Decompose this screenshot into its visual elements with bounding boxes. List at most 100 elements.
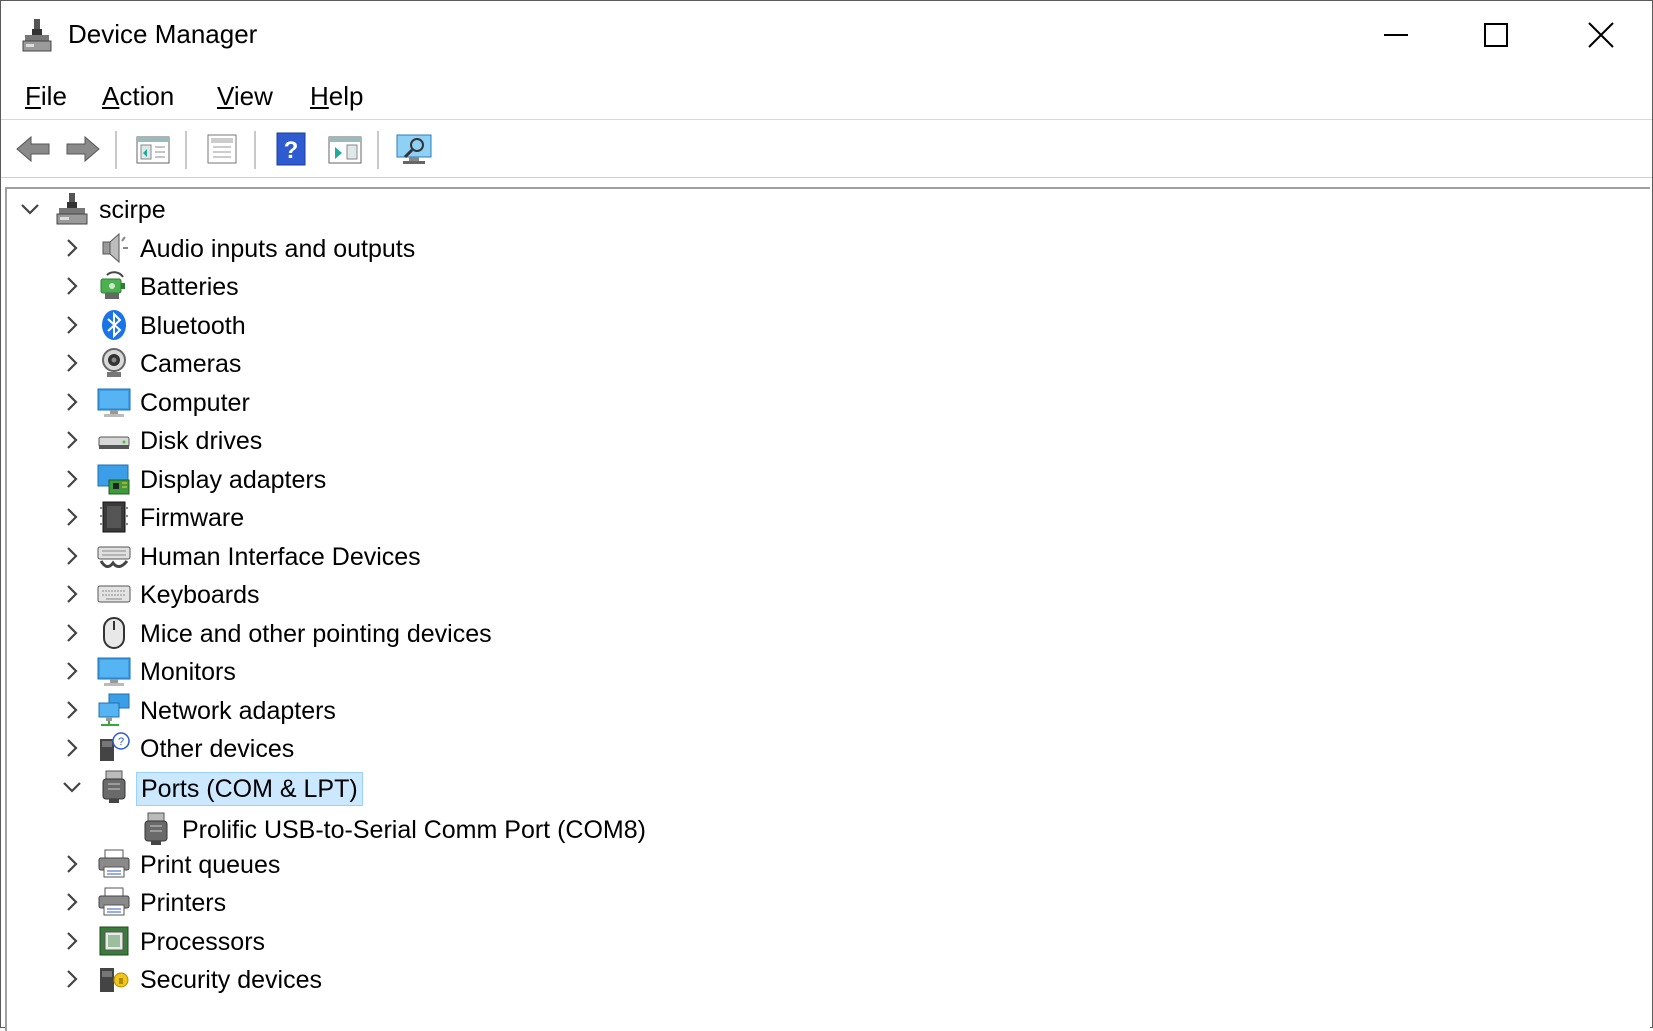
collapse-chevron-icon[interactable] (19, 198, 41, 220)
tree-item-ports-com-lpt[interactable]: Ports (COM & LPT) (7, 768, 1607, 806)
menu-help-text: elp (328, 81, 364, 111)
tree-item-label: Other devices (140, 735, 295, 763)
monitor-icon (97, 654, 131, 688)
tree-device-prolific-usb-to-serial-comm-port-com8[interactable]: Prolific USB-to-Serial Comm Port (COM8) (7, 810, 1607, 848)
expand-chevron-icon[interactable] (61, 468, 83, 490)
expand-chevron-icon[interactable] (61, 314, 83, 336)
expand-chevron-icon[interactable] (61, 737, 83, 759)
tree-item-keyboards[interactable]: Keyboards (7, 575, 1607, 613)
back-button[interactable] (13, 129, 53, 169)
expand-chevron-icon[interactable] (61, 429, 83, 451)
tree-item-security-devices[interactable]: Security devices (7, 960, 1607, 998)
svg-text:?: ? (284, 137, 299, 164)
tree-item-monitors[interactable]: Monitors (7, 652, 1607, 690)
tree-item-label: Mice and other pointing devices (140, 619, 492, 648)
forward-button[interactable] (63, 129, 103, 169)
menu-action-accel: A (102, 81, 120, 111)
title-bar[interactable]: Device Manager (1, 1, 1652, 71)
expand-chevron-icon[interactable] (61, 237, 83, 259)
toolbar-separator (377, 131, 380, 169)
menu-view-accel: V (217, 81, 234, 111)
tree-item-label: Printers (140, 889, 227, 917)
tree-item-human-interface-devices[interactable]: Human Interface Devices (7, 537, 1607, 575)
expand-chevron-icon[interactable] (61, 660, 83, 682)
expand-chevron-icon[interactable] (61, 275, 83, 297)
expand-chevron-icon[interactable] (61, 930, 83, 952)
properties-button[interactable] (202, 129, 242, 169)
tree-item-label: Ports (COM & LPT) (136, 771, 363, 806)
tree-item-display-adapters[interactable]: Display adapters (7, 460, 1607, 498)
printer-icon (97, 847, 131, 881)
processor-icon (97, 924, 131, 958)
tree-item-bluetooth[interactable]: Bluetooth (7, 306, 1607, 344)
tree-item-network-adapters[interactable]: Network adapters (7, 691, 1607, 729)
battery-icon (97, 269, 131, 303)
tree-item-batteries[interactable]: Batteries (7, 267, 1607, 305)
tree-item-label: Batteries (140, 273, 239, 301)
menu-view[interactable]: View (213, 79, 277, 114)
action-pane-icon (328, 136, 362, 164)
hid-icon (97, 539, 131, 573)
expand-chevron-icon[interactable] (61, 391, 83, 413)
back-arrow-icon (16, 135, 50, 163)
menu-file[interactable]: File (21, 79, 71, 114)
expand-chevron-icon[interactable] (61, 545, 83, 567)
toolbar-separator (115, 131, 118, 169)
tree-item-label: Security devices (140, 966, 323, 994)
expand-chevron-icon[interactable] (61, 699, 83, 721)
tree-item-audio-inputs-and-outputs[interactable]: Audio inputs and outputs (7, 229, 1607, 267)
port-icon (139, 812, 173, 846)
tree-item-processors[interactable]: Processors (7, 922, 1607, 960)
expand-chevron-icon[interactable] (61, 968, 83, 990)
close-icon (1587, 22, 1614, 48)
expand-chevron-icon[interactable] (61, 583, 83, 605)
expand-chevron-icon[interactable] (61, 622, 83, 644)
tree-item-disk-drives[interactable]: Disk drives (7, 421, 1607, 459)
show-hide-console-tree-button[interactable] (133, 129, 173, 169)
tree-item-label: scirpe (99, 196, 166, 224)
help-button[interactable]: ? (271, 129, 311, 169)
expand-chevron-icon[interactable] (61, 853, 83, 875)
tree-item-cameras[interactable]: Cameras (7, 344, 1607, 382)
properties-icon (207, 134, 237, 164)
expand-chevron-icon[interactable] (61, 506, 83, 528)
tree-item-computer[interactable]: Computer (7, 383, 1607, 421)
toolbar-separator (254, 131, 257, 169)
security-device-icon (97, 962, 131, 996)
toolbar: ? (1, 121, 1652, 178)
device-manager-icon (22, 19, 52, 52)
menu-help[interactable]: Help (306, 79, 367, 114)
minimize-button[interactable] (1346, 1, 1446, 69)
menu-action[interactable]: Action (98, 79, 178, 114)
tree-item-printers[interactable]: Printers (7, 883, 1607, 921)
tree-item-label: Prolific USB-to-Serial Comm Port (COM8) (182, 816, 646, 844)
tree-item-label: Audio inputs and outputs (140, 234, 416, 263)
tree-item-other-devices[interactable]: ? Other devices (7, 729, 1607, 767)
display-adapter-icon (97, 462, 131, 496)
tree-item-label: Computer (140, 388, 250, 417)
scan-hardware-button[interactable] (395, 129, 435, 169)
collapse-chevron-icon[interactable] (61, 776, 83, 798)
tree-root-scirpe[interactable]: scirpe (7, 190, 1607, 228)
camera-icon (97, 346, 131, 380)
unknown-device-icon: ? (97, 731, 131, 765)
disk-drive-icon (97, 423, 131, 457)
tree-item-label: Print queues (140, 850, 281, 879)
maximize-icon (1484, 23, 1508, 47)
expand-chevron-icon[interactable] (61, 891, 83, 913)
tree-item-print-queues[interactable]: Print queues (7, 845, 1607, 883)
window-title: Device Manager (68, 19, 258, 49)
tree-item-mice-and-other-pointing-devices[interactable]: Mice and other pointing devices (7, 614, 1607, 652)
menu-bar: File Action View Help (1, 73, 1652, 120)
close-button[interactable] (1549, 1, 1652, 69)
action-pane-button[interactable] (325, 129, 365, 169)
menu-view-text: iew (233, 81, 273, 111)
maximize-button[interactable] (1446, 1, 1546, 69)
tree-item-firmware[interactable]: Firmware (7, 498, 1607, 536)
tree-item-label: Human Interface Devices (140, 542, 421, 571)
keyboard-icon (97, 577, 131, 611)
expand-chevron-icon[interactable] (61, 352, 83, 374)
menu-action-text: ction (119, 81, 175, 111)
device-tree[interactable]: scirpe Audio inputs and outputs Batteries B… (5, 187, 1650, 1031)
tree-item-label: Processors (140, 927, 266, 956)
